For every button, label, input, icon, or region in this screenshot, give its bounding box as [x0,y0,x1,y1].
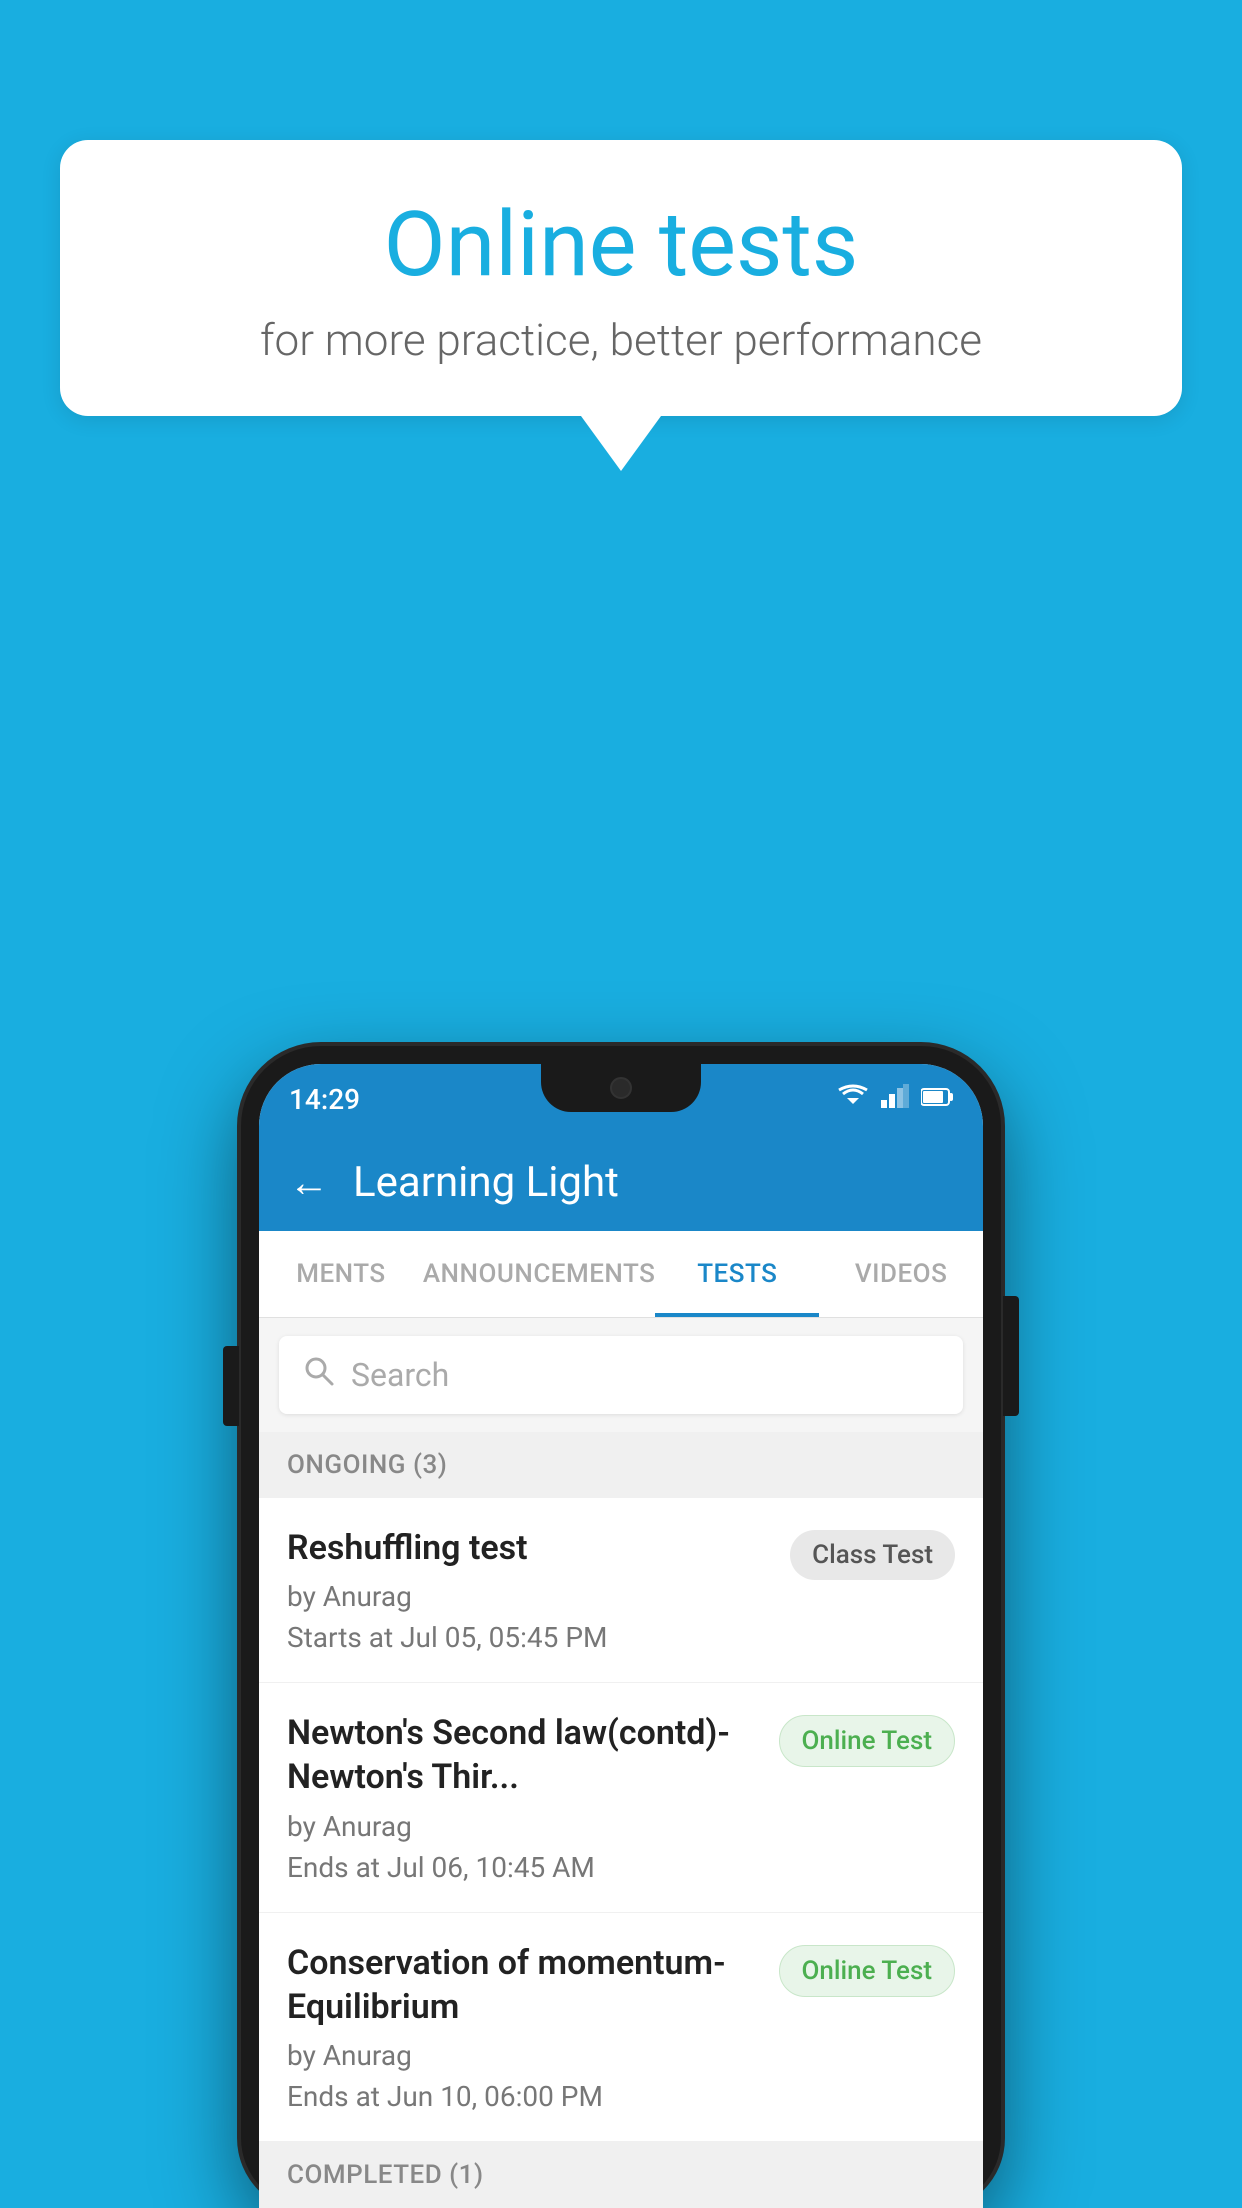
test-item-author: by Anurag [287,2039,759,2072]
signal-icon [881,1084,909,1114]
phone-screen: 14:29 [259,1064,983,2208]
tab-ments[interactable]: MENTS [259,1231,423,1317]
search-input-wrapper[interactable]: Search [279,1336,963,1414]
test-item-author: by Anurag [287,1580,770,1613]
speech-bubble: Online tests for more practice, better p… [60,140,1182,416]
test-item[interactable]: Newton's Second law(contd)-Newton's Thir… [259,1683,983,1912]
test-item[interactable]: Conservation of momentum-Equilibrium by … [259,1913,983,2142]
tab-announcements[interactable]: ANNOUNCEMENTS [423,1231,656,1317]
test-item-date: Ends at Jul 06, 10:45 AM [287,1851,759,1884]
test-badge-class: Class Test [790,1530,955,1580]
phone-wrapper: 14:29 [241,1046,1001,2208]
tab-tests[interactable]: TESTS [655,1231,819,1317]
wifi-icon [837,1084,869,1114]
test-item-date: Starts at Jul 05, 05:45 PM [287,1621,770,1654]
app-header: ← Learning Light [259,1134,983,1231]
battery-icon [921,1085,953,1113]
test-badge-online: Online Test [779,1945,956,1997]
test-item-date: Ends at Jun 10, 06:00 PM [287,2080,759,2113]
speech-bubble-subtitle: for more practice, better performance [120,314,1122,366]
phone-outer: 14:29 [241,1046,1001,2208]
test-item-title: Reshuffling test [287,1526,770,1570]
back-button[interactable]: ← [289,1163,329,1203]
search-icon [303,1354,335,1396]
test-badge-online: Online Test [779,1715,956,1767]
speech-bubble-arrow [581,416,661,471]
completed-section-header: COMPLETED (1) [259,2142,983,2208]
notch [541,1064,701,1112]
speech-bubble-container: Online tests for more practice, better p… [60,140,1182,471]
test-item-content: Conservation of momentum-Equilibrium by … [287,1941,779,2113]
test-item-author: by Anurag [287,1810,759,1843]
app-title: Learning Light [353,1158,619,1207]
tabs-container: MENTS ANNOUNCEMENTS TESTS VIDEOS [259,1231,983,1318]
test-item-title: Newton's Second law(contd)-Newton's Thir… [287,1711,759,1799]
status-time: 14:29 [289,1083,360,1116]
search-input[interactable]: Search [351,1356,449,1394]
speech-bubble-title: Online tests [120,195,1122,294]
test-item[interactable]: Reshuffling test by Anurag Starts at Jul… [259,1498,983,1683]
camera [610,1077,632,1099]
status-bar: 14:29 [259,1064,983,1134]
test-item-title: Conservation of momentum-Equilibrium [287,1941,759,2029]
ongoing-section-header: ONGOING (3) [259,1432,983,1498]
test-item-content: Reshuffling test by Anurag Starts at Jul… [287,1526,790,1654]
test-item-content: Newton's Second law(contd)-Newton's Thir… [287,1711,779,1883]
tab-videos[interactable]: VIDEOS [819,1231,983,1317]
search-container: Search [259,1318,983,1432]
status-icons [837,1084,953,1114]
